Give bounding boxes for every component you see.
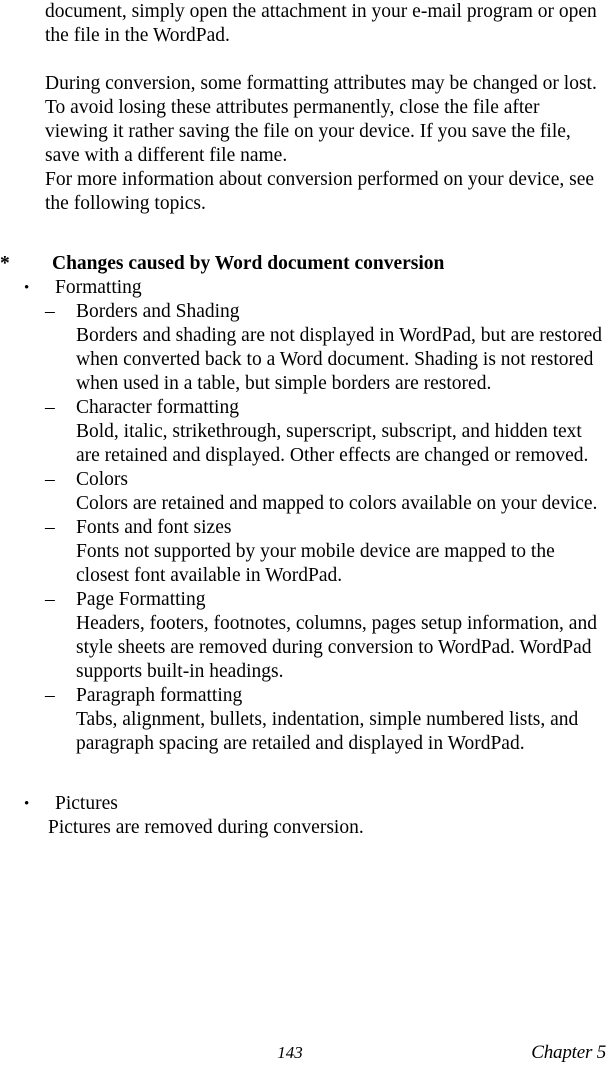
dash-marker: – xyxy=(45,589,55,610)
bullet-marker: • xyxy=(24,280,30,296)
sub-item-character-formatting: – Character formatting xyxy=(0,396,608,420)
sub-item-description: Fonts not supported by your mobile devic… xyxy=(76,541,560,586)
pictures-gap-extra xyxy=(0,780,608,792)
list-item-description: Pictures are removed during conversion. xyxy=(48,817,364,838)
sub-item-label: Paragraph formatting xyxy=(76,685,243,706)
sub-item-label: Colors xyxy=(76,469,129,490)
document-page: document, simply open the attachment in … xyxy=(0,0,608,1081)
sub-item-label: Fonts and font sizes xyxy=(76,517,232,538)
sub-item-description: Borders and shading are not displayed in… xyxy=(76,325,607,394)
list-item-pictures: • Pictures xyxy=(0,792,608,816)
list-item-label: Pictures xyxy=(55,793,118,814)
list-item-label: Formatting xyxy=(55,277,142,298)
sub-item-paragraph-formatting: – Paragraph formatting xyxy=(0,684,608,708)
section-gap-top-extra xyxy=(0,240,608,252)
sub-item-description: Tabs, alignment, bullets, indentation, s… xyxy=(76,709,584,754)
sub-item-description: Headers, footers, footnotes, columns, pa… xyxy=(76,613,602,682)
chapter-label: Chapter 5 xyxy=(531,1042,606,1063)
section-heading-label: Changes caused by Word document conversi… xyxy=(52,253,445,274)
section-gap-top xyxy=(0,216,608,240)
section-heading: * Changes caused by Word document conver… xyxy=(0,252,608,276)
page-footer: 143 Chapter 5 xyxy=(0,1041,608,1067)
sub-item-fonts-and-font-sizes: – Fonts and font sizes xyxy=(0,516,608,540)
dash-marker: – xyxy=(45,517,55,538)
sub-item-description: Colors are retained and mapped to colors… xyxy=(76,493,598,514)
sub-item-borders-and-shading: – Borders and Shading xyxy=(0,300,608,324)
paragraph-gap-1 xyxy=(0,48,608,72)
page-content: document, simply open the attachment in … xyxy=(0,0,608,840)
star-marker: * xyxy=(0,253,10,274)
dash-marker: – xyxy=(45,469,55,490)
sub-item-page-formatting: – Page Formatting xyxy=(0,588,608,612)
dash-marker: – xyxy=(45,301,55,322)
list-item-formatting: • Formatting xyxy=(0,276,608,300)
bullet-marker: • xyxy=(24,796,30,812)
sub-item-colors: – Colors xyxy=(0,468,608,492)
sub-item-label: Character formatting xyxy=(76,397,239,418)
sub-item-label: Page Formatting xyxy=(76,589,206,610)
dash-marker: – xyxy=(45,397,55,418)
sub-item-description: Bold, italic, strikethrough, superscript… xyxy=(76,421,589,466)
sub-item-label: Borders and Shading xyxy=(76,301,240,322)
intro-paragraph-3: For more information about conversion pe… xyxy=(45,169,599,214)
intro-paragraph-2: During conversion, some formatting attri… xyxy=(45,73,602,166)
pictures-gap xyxy=(0,756,608,780)
intro-paragraph-1: document, simply open the attachment in … xyxy=(45,1,602,46)
dash-marker: – xyxy=(45,685,55,706)
page-number: 143 xyxy=(277,1043,303,1062)
